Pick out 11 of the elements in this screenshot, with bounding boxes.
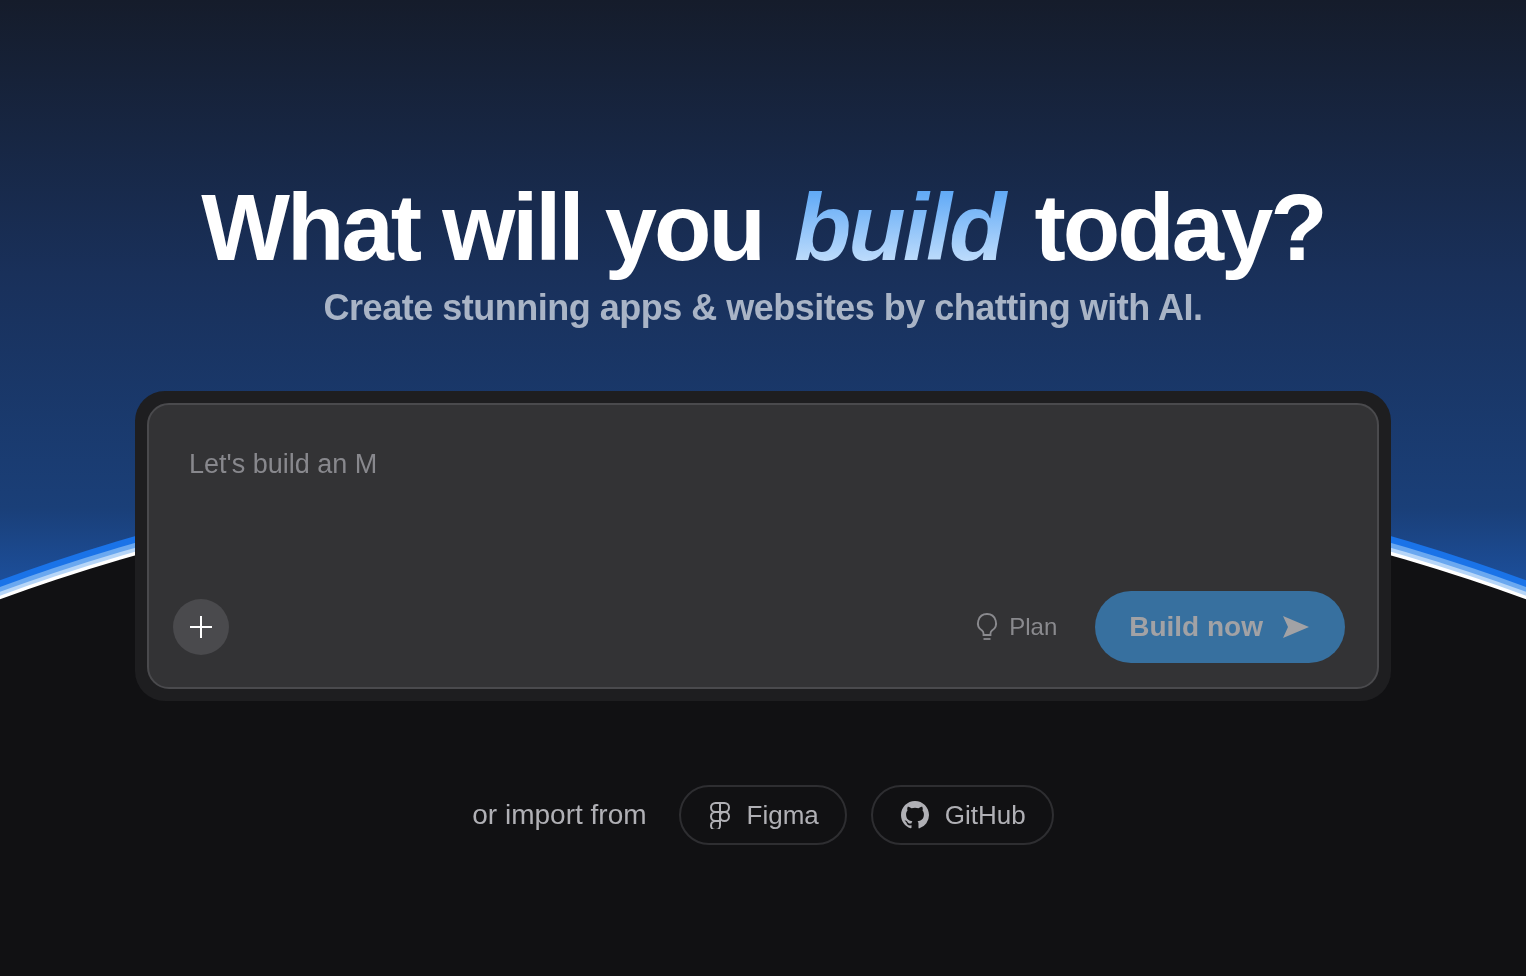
figma-icon: [708, 801, 731, 830]
send-arrow-icon: [1281, 614, 1311, 641]
lightbulb-icon: [975, 612, 1000, 643]
headline: What will you build today?: [201, 176, 1325, 280]
plus-icon: [188, 614, 214, 641]
import-source-button[interactable]: Figma: [678, 785, 847, 846]
subtitle: Create stunning apps & websites by chatting with AI.: [323, 287, 1203, 330]
github-icon: [900, 801, 929, 830]
import-label: or import from: [472, 799, 647, 832]
plan-button[interactable]: Plan: [969, 611, 1064, 644]
import-source-button[interactable]: GitHub: [870, 785, 1054, 846]
